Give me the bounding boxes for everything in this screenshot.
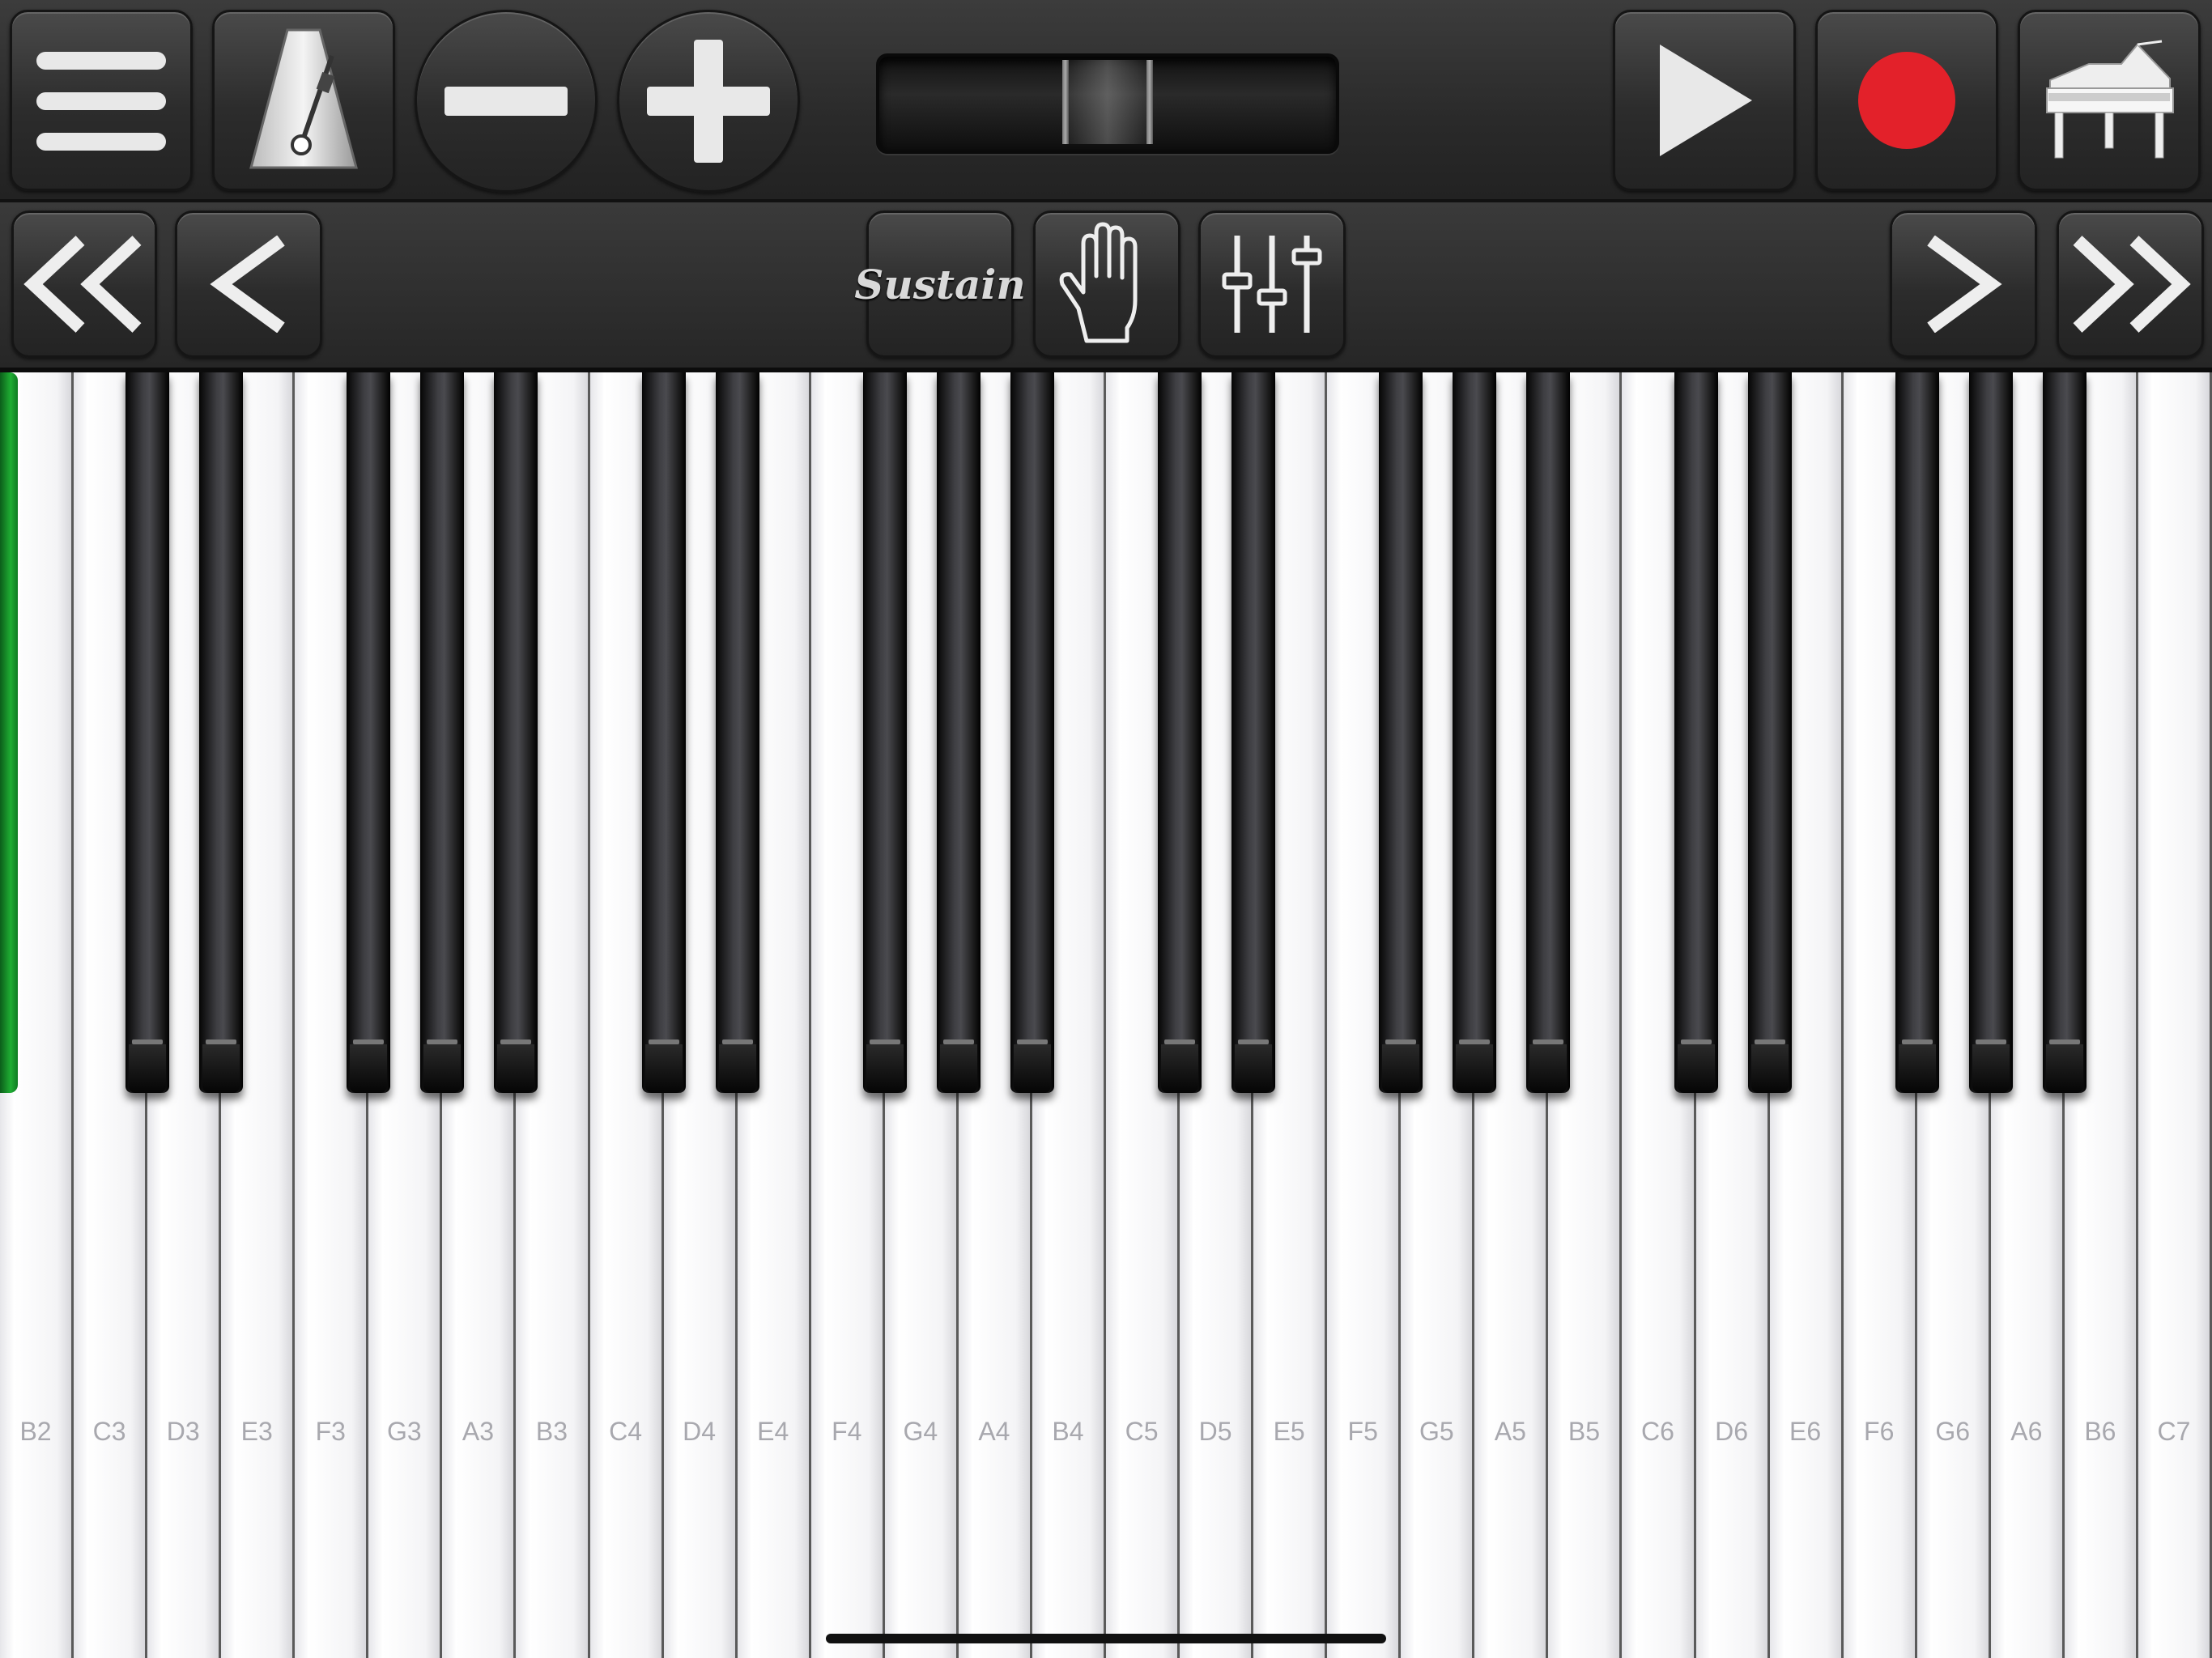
double-chevron-left-icon [23,236,142,333]
decrease-button[interactable] [415,10,598,193]
sustain-label: Sustain [854,260,1026,308]
instrument-button[interactable] [2018,10,2201,191]
navigation-bar: Sustain [0,202,2212,372]
plus-icon [647,40,770,163]
black-key-gsharp3[interactable] [420,372,465,1093]
step-forward-button[interactable] [1890,210,2037,358]
active-note-highlight [0,372,18,1093]
key-label: C7 [2157,1417,2191,1446]
key-label: D6 [1715,1417,1749,1446]
black-key-asharp6[interactable] [2042,372,2087,1093]
jump-forward-button[interactable] [2057,210,2204,358]
black-key-dsharp4[interactable] [715,372,759,1093]
key-label: A4 [978,1417,1010,1446]
black-key-fsharp5[interactable] [1379,372,1423,1093]
key-label: D3 [166,1417,200,1446]
keyboard-position-slider[interactable] [876,53,1339,154]
black-key-csharp5[interactable] [1158,372,1202,1093]
key-label: C5 [1125,1417,1159,1446]
key-label: A3 [462,1417,494,1446]
home-indicator[interactable] [826,1634,1386,1643]
black-key-asharp4[interactable] [1010,372,1054,1093]
key-label: F6 [1864,1417,1895,1446]
slider-line-right [1146,60,1153,144]
metronome-icon [249,28,358,169]
black-key-dsharp6[interactable] [1747,372,1792,1093]
slider-line-left [1062,60,1069,144]
sliders-icon [1222,236,1322,333]
play-button[interactable] [1613,10,1796,191]
play-icon [1660,45,1752,156]
key-label: D5 [1198,1417,1232,1446]
black-key-asharp5[interactable] [1526,372,1571,1093]
black-key-gsharp4[interactable] [936,372,981,1093]
step-back-button[interactable] [175,210,322,358]
black-key-gsharp6[interactable] [1968,372,2013,1093]
key-label: E6 [1789,1417,1822,1446]
key-label: B5 [1568,1417,1600,1446]
key-label: C4 [609,1417,643,1446]
key-label: C6 [1641,1417,1674,1446]
key-label: B2 [19,1417,52,1446]
black-key-dsharp3[interactable] [199,372,244,1093]
key-label: F4 [832,1417,862,1446]
key-label: B4 [1052,1417,1084,1446]
black-key-dsharp5[interactable] [1231,372,1276,1093]
increase-button[interactable] [617,10,800,193]
key-label: G5 [1419,1417,1454,1446]
key-label: F3 [315,1417,346,1446]
double-chevron-right-icon [2073,236,2191,333]
key-label: G4 [903,1417,938,1446]
key-label: E3 [240,1417,273,1446]
black-key-fsharp4[interactable] [862,372,907,1093]
chevron-right-icon [1927,236,2002,333]
hamburger-menu-icon [36,52,166,151]
sustain-button[interactable]: Sustain [854,210,1026,358]
key-label: F5 [1347,1417,1378,1446]
key-label: G3 [387,1417,422,1446]
black-key-gsharp5[interactable] [1453,372,1497,1093]
black-key-csharp4[interactable] [641,372,686,1093]
key-label: B3 [535,1417,568,1446]
chevron-left-icon [210,236,285,333]
key-label: A6 [2010,1417,2043,1446]
key-label: E4 [757,1417,789,1446]
piano-keyboard: B2 C3 D3 E3 F3 G3 A3 B3 C4 D4 E4 F4 G4 A4 B4 C5 D5 E5 F5 G5… [0,372,2212,1658]
minus-icon [445,87,568,116]
top-toolbar [0,0,2212,202]
black-key-csharp6[interactable] [1674,372,1718,1093]
jump-back-button[interactable] [11,210,157,358]
record-button[interactable] [1815,10,1998,191]
key-label: G6 [1935,1417,1971,1446]
black-key-asharp3[interactable] [494,372,538,1093]
key-label: B6 [2084,1417,2116,1446]
mixer-button[interactable] [1198,210,1346,358]
grand-piano-icon [2046,40,2174,159]
white-key-c7[interactable]: C7 [2138,372,2212,1658]
black-key-fsharp3[interactable] [347,372,391,1093]
black-key-csharp3[interactable] [125,372,170,1093]
menu-button[interactable] [10,10,193,191]
metronome-button[interactable] [212,10,395,191]
record-icon [1858,52,1955,149]
key-label: A5 [1494,1417,1526,1446]
black-key-fsharp6[interactable] [1895,372,1939,1093]
key-label: D4 [683,1417,717,1446]
slider-window[interactable] [1066,60,1150,144]
hand-button[interactable] [1033,210,1180,358]
hand-icon [1059,222,1138,343]
key-label: E5 [1273,1417,1305,1446]
key-label: C3 [92,1417,126,1446]
